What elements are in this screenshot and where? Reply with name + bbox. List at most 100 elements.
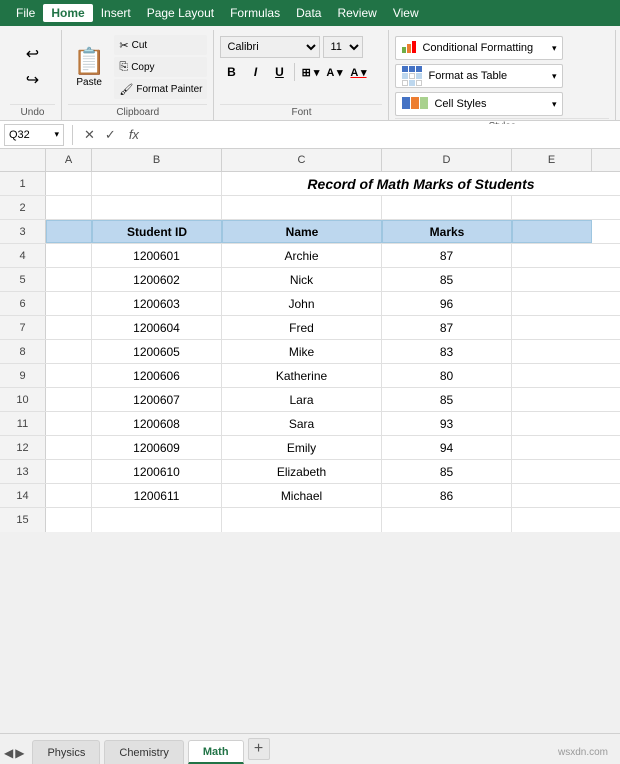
cell-d11[interactable]: 93: [382, 412, 512, 435]
cell-b12[interactable]: 1200609: [92, 436, 222, 459]
cell-c14[interactable]: Michael: [222, 484, 382, 507]
cell-c11[interactable]: Sara: [222, 412, 382, 435]
cell-a11[interactable]: [46, 412, 92, 435]
cell-e6[interactable]: [512, 292, 592, 315]
cell-b10[interactable]: 1200607: [92, 388, 222, 411]
cell-styles-button[interactable]: Cell Styles ▾: [395, 92, 563, 116]
cell-c3[interactable]: Name: [222, 220, 382, 243]
cell-a8[interactable]: [46, 340, 92, 363]
menu-home[interactable]: Home: [43, 4, 92, 22]
cell-d8[interactable]: 83: [382, 340, 512, 363]
row-num-10[interactable]: 10: [0, 388, 46, 411]
cell-b5[interactable]: 1200602: [92, 268, 222, 291]
font-size-select[interactable]: 11: [323, 36, 363, 58]
cell-e13[interactable]: [512, 460, 592, 483]
italic-button[interactable]: I: [244, 61, 266, 83]
cell-d14[interactable]: 86: [382, 484, 512, 507]
font-color-button[interactable]: A ▾: [347, 61, 369, 83]
row-num-14[interactable]: 14: [0, 484, 46, 507]
cell-b9[interactable]: 1200606: [92, 364, 222, 387]
row-num-12[interactable]: 12: [0, 436, 46, 459]
add-sheet-button[interactable]: +: [248, 738, 270, 760]
underline-button[interactable]: U: [268, 61, 290, 83]
row-num-8[interactable]: 8: [0, 340, 46, 363]
cell-a4[interactable]: [46, 244, 92, 267]
formula-input[interactable]: [149, 124, 616, 146]
tab-chemistry[interactable]: Chemistry: [104, 740, 184, 764]
cell-b4[interactable]: 1200601: [92, 244, 222, 267]
cell-c15[interactable]: [222, 508, 382, 532]
cell-e9[interactable]: [512, 364, 592, 387]
cell-d15[interactable]: [382, 508, 512, 532]
cut-button[interactable]: ✂ Cut: [114, 35, 207, 55]
cell-b1[interactable]: [92, 172, 222, 195]
cell-c6[interactable]: John: [222, 292, 382, 315]
col-header-b[interactable]: B: [92, 149, 222, 171]
cell-c10[interactable]: Lara: [222, 388, 382, 411]
cell-a10[interactable]: [46, 388, 92, 411]
cell-d10[interactable]: 85: [382, 388, 512, 411]
cell-b14[interactable]: 1200611: [92, 484, 222, 507]
row-num-7[interactable]: 7: [0, 316, 46, 339]
paste-button[interactable]: 📋 Paste: [68, 43, 110, 91]
cell-e8[interactable]: [512, 340, 592, 363]
tab-math[interactable]: Math: [188, 740, 244, 764]
menu-review[interactable]: Review: [329, 4, 384, 22]
cell-c2[interactable]: [222, 196, 382, 219]
cell-b2[interactable]: [92, 196, 222, 219]
menu-file[interactable]: File: [8, 4, 43, 22]
cell-title[interactable]: Record of Math Marks of Students: [222, 172, 620, 195]
cell-d5[interactable]: 85: [382, 268, 512, 291]
cell-d2[interactable]: [382, 196, 512, 219]
cancel-formula-icon[interactable]: ✕: [81, 127, 98, 143]
cell-c13[interactable]: Elizabeth: [222, 460, 382, 483]
col-header-d[interactable]: D: [382, 149, 512, 171]
cell-d6[interactable]: 96: [382, 292, 512, 315]
cell-d13[interactable]: 85: [382, 460, 512, 483]
cell-b13[interactable]: 1200610: [92, 460, 222, 483]
col-header-a[interactable]: A: [46, 149, 92, 171]
row-num-11[interactable]: 11: [0, 412, 46, 435]
confirm-formula-icon[interactable]: ✓: [102, 127, 119, 143]
copy-button[interactable]: ⎘ Copy: [114, 57, 207, 77]
row-num-3[interactable]: 3: [0, 220, 46, 243]
menu-data[interactable]: Data: [288, 4, 329, 22]
redo-button[interactable]: ↪: [19, 69, 47, 91]
cell-b7[interactable]: 1200604: [92, 316, 222, 339]
row-num-4[interactable]: 4: [0, 244, 46, 267]
row-num-13[interactable]: 13: [0, 460, 46, 483]
cell-b11[interactable]: 1200608: [92, 412, 222, 435]
menu-page-layout[interactable]: Page Layout: [139, 4, 222, 22]
bold-button[interactable]: B: [220, 61, 242, 83]
cell-a15[interactable]: [46, 508, 92, 532]
cell-e11[interactable]: [512, 412, 592, 435]
cell-b15[interactable]: [92, 508, 222, 532]
cell-e5[interactable]: [512, 268, 592, 291]
col-header-c[interactable]: C: [222, 149, 382, 171]
undo-button[interactable]: ↩: [19, 43, 47, 65]
cell-a6[interactable]: [46, 292, 92, 315]
row-num-15[interactable]: 15: [0, 508, 46, 532]
cell-c12[interactable]: Emily: [222, 436, 382, 459]
cell-c4[interactable]: Archie: [222, 244, 382, 267]
tab-physics[interactable]: Physics: [32, 740, 100, 764]
cell-e10[interactable]: [512, 388, 592, 411]
cell-a12[interactable]: [46, 436, 92, 459]
cell-reference-box[interactable]: Q32 ▾: [4, 124, 64, 146]
cell-c7[interactable]: Fred: [222, 316, 382, 339]
row-num-9[interactable]: 9: [0, 364, 46, 387]
cell-b8[interactable]: 1200605: [92, 340, 222, 363]
cell-b6[interactable]: 1200603: [92, 292, 222, 315]
cell-e4[interactable]: [512, 244, 592, 267]
col-header-e[interactable]: E: [512, 149, 592, 171]
menu-view[interactable]: View: [385, 4, 427, 22]
cell-a1[interactable]: [46, 172, 92, 195]
conditional-formatting-button[interactable]: Conditional Formatting ▾: [395, 36, 563, 60]
cell-e14[interactable]: [512, 484, 592, 507]
row-num-2[interactable]: 2: [0, 196, 46, 219]
cell-d7[interactable]: 87: [382, 316, 512, 339]
fill-color-button[interactable]: A ▾: [323, 61, 345, 83]
cell-d3[interactable]: Marks: [382, 220, 512, 243]
format-as-table-button[interactable]: Format as Table ▾: [395, 64, 563, 88]
cell-a7[interactable]: [46, 316, 92, 339]
